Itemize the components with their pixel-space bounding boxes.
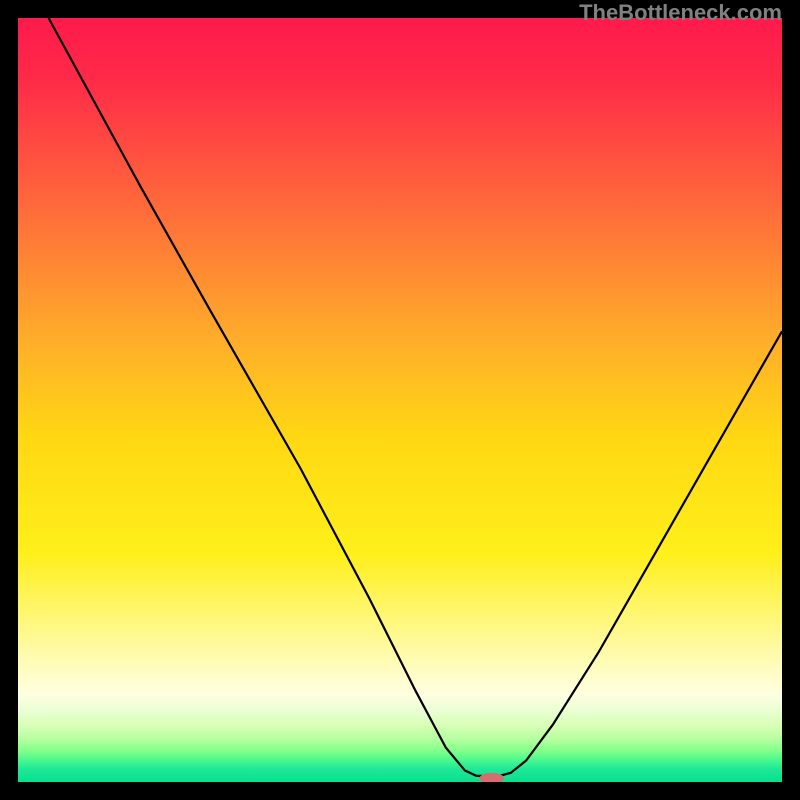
plot-area	[18, 18, 782, 782]
chart-container: TheBottleneck.com	[0, 0, 800, 800]
gradient-background	[18, 18, 782, 782]
watermark-text: TheBottleneck.com	[579, 0, 782, 26]
chart-svg	[18, 18, 782, 782]
